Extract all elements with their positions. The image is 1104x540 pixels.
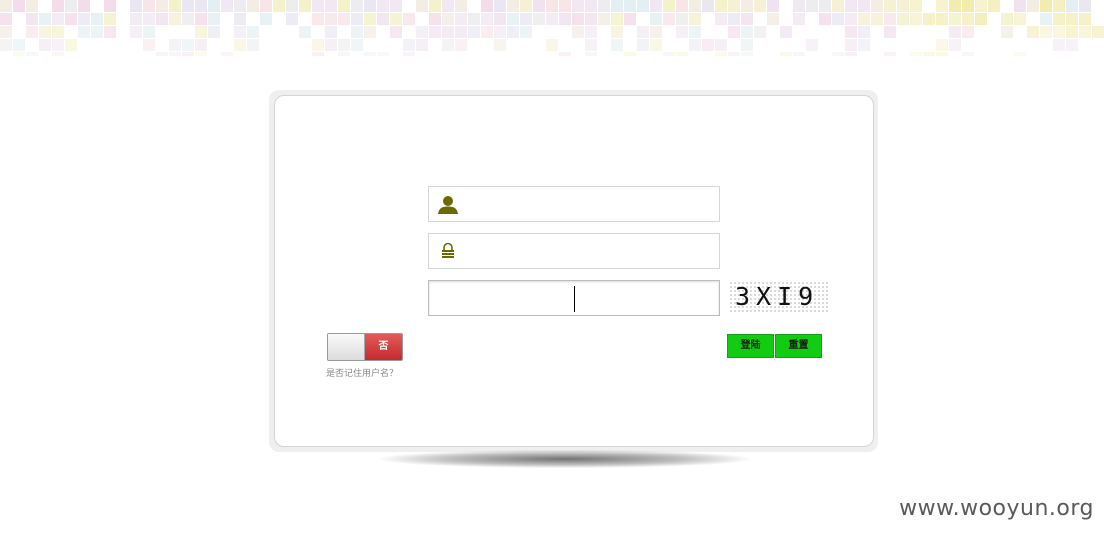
decorative-mosaic-banner xyxy=(0,0,1104,56)
user-icon xyxy=(437,194,459,216)
login-panel xyxy=(274,95,874,447)
captcha-input[interactable] xyxy=(437,285,717,313)
password-input[interactable] xyxy=(465,238,719,266)
username-field[interactable] xyxy=(428,186,720,222)
text-caret xyxy=(574,286,575,312)
username-input[interactable] xyxy=(465,191,719,219)
remember-username-toggle[interactable]: 否 xyxy=(327,333,403,361)
captcha-image[interactable]: 3XI9 xyxy=(729,281,829,313)
toggle-knob xyxy=(328,334,365,360)
remember-username-label: 是否记住用户名？ xyxy=(326,369,399,379)
panel-shadow xyxy=(380,450,750,468)
login-button[interactable]: 登陆 xyxy=(727,334,774,358)
reset-button[interactable]: 重置 xyxy=(775,334,822,358)
lock-icon xyxy=(437,241,459,263)
watermark-text: www.wooyun.org xyxy=(899,496,1094,521)
password-field[interactable] xyxy=(428,233,720,269)
toggle-state-label: 否 xyxy=(365,334,402,360)
captcha-field[interactable] xyxy=(428,280,720,316)
